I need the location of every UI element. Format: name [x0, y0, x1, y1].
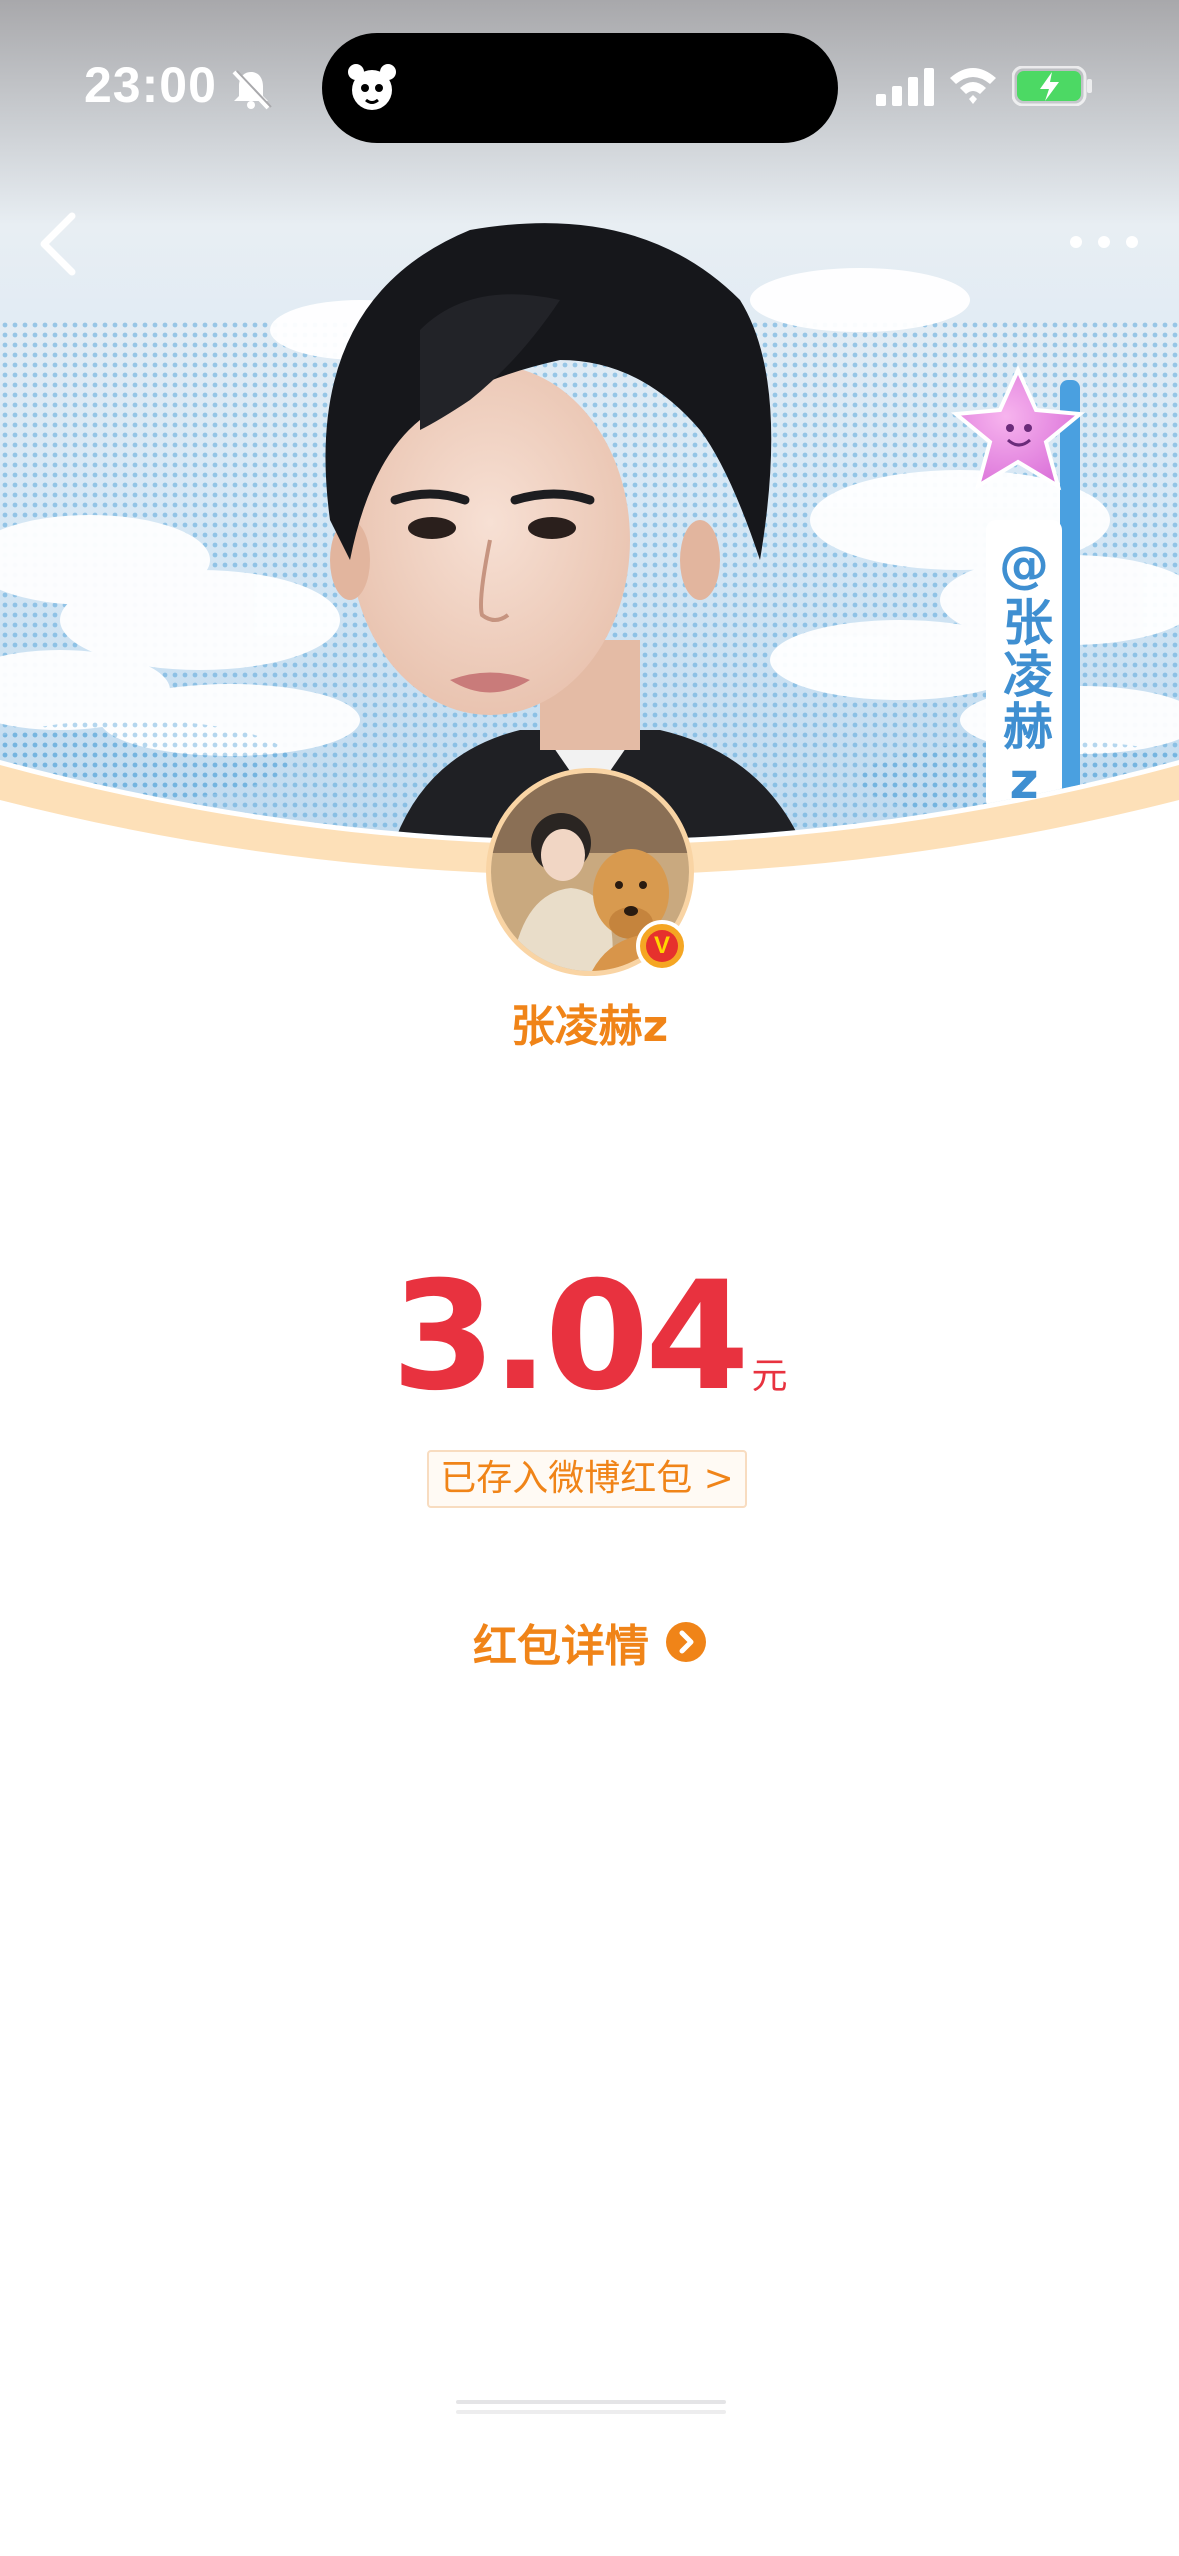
island-mascot-icon	[348, 64, 396, 110]
wifi-icon	[950, 68, 996, 104]
bell-slash-icon	[232, 70, 272, 110]
back-button[interactable]	[28, 206, 88, 282]
amount-unit: 元	[751, 1356, 788, 1397]
more-dots-icon	[1070, 236, 1138, 248]
amount-display: 3.04 元	[0, 1250, 1179, 1424]
red-packet-screen: @张凌赫z 23:00 V 张凌赫z 3.04 元 已存入微博红包 > 红包详情	[0, 0, 1179, 2556]
vertical-tag: @张凌赫z	[995, 536, 1053, 812]
red-packet-detail-link[interactable]: 红包详情	[0, 1610, 1179, 1674]
amount-value: 3.04	[391, 1250, 749, 1424]
sender-name[interactable]: 张凌赫z	[0, 990, 1179, 1054]
saved-to-wallet-button[interactable]: 已存入微博红包 >	[427, 1450, 747, 1508]
more-button[interactable]	[1064, 216, 1144, 266]
signal-icon	[876, 68, 934, 106]
verified-badge-label: V	[646, 930, 678, 962]
chevron-right-circle-icon	[666, 1622, 707, 1662]
battery-charging-icon	[1012, 66, 1092, 106]
status-time: 23:00	[84, 57, 217, 113]
status-bar: 23:00	[0, 0, 1179, 170]
chevron-left-icon	[40, 212, 76, 276]
home-indicator	[456, 2400, 726, 2414]
detail-label: 红包详情	[472, 1621, 649, 1672]
verified-badge: V	[636, 920, 688, 972]
